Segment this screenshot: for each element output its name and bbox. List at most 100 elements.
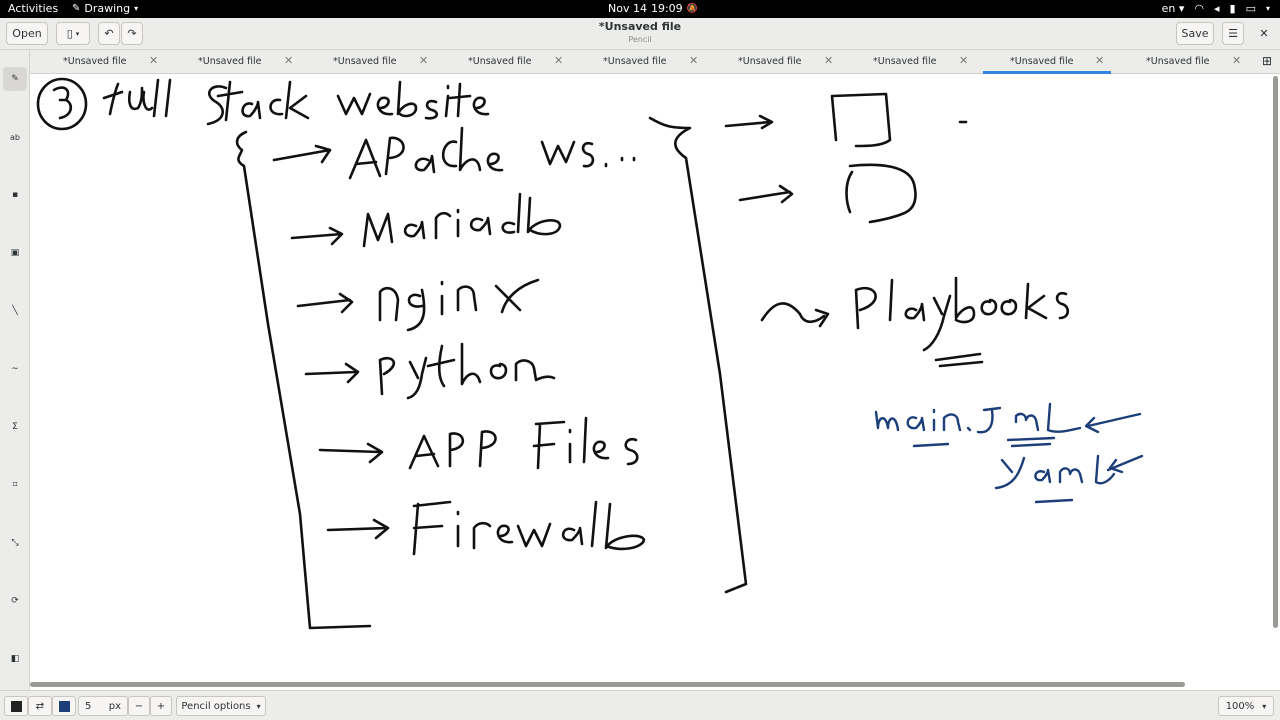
tab-unsaved-file-9[interactable]: *Unsaved file ✕ <box>1113 50 1248 74</box>
close-window-button[interactable]: ✕ <box>1254 22 1274 45</box>
redo-icon: ↷ <box>127 27 137 40</box>
bottom-toolbar: ⇄ 5 px − + Pencil options ▾ 100% ▾ <box>0 690 1280 720</box>
window-title: *Unsaved file <box>598 20 682 33</box>
language-indicator[interactable]: en ▾ <box>1162 2 1185 15</box>
close-icon[interactable]: ✕ <box>824 54 833 67</box>
curve-tool-button[interactable]: ∼ <box>3 357 27 381</box>
zoom-level: 100% <box>1225 700 1255 712</box>
tool-size-value: 5 <box>85 700 92 712</box>
box-two-stroke <box>845 163 917 224</box>
battery-icon: ▭ <box>1245 2 1256 15</box>
activities-button[interactable]: Activities <box>8 2 58 15</box>
app-menu[interactable]: ✎ Drawing ▾ <box>72 2 138 15</box>
close-icon[interactable]: ✕ <box>1232 54 1241 67</box>
shape-icon: ▣ <box>10 248 20 258</box>
volume-icon: ◂ <box>1213 2 1220 15</box>
window-subtitle: Pencil <box>628 35 652 44</box>
apache-ws-stroke <box>348 126 636 180</box>
close-icon[interactable]: ✕ <box>554 54 563 67</box>
undo-icon: ↶ <box>104 27 114 40</box>
notification-bell-icon: 🔕 <box>686 3 698 14</box>
filter-tool-button[interactable]: Σ <box>3 415 27 439</box>
playbooks-stroke <box>760 276 1070 368</box>
main-color-swatch <box>10 700 22 712</box>
rectangle-selection-tool-button[interactable]: ▪ <box>3 183 27 207</box>
clock-date: Nov 14 <box>608 2 647 15</box>
tab-unsaved-file-7[interactable]: *Unsaved file ✕ <box>840 50 975 74</box>
chevron-down-icon: ▾ <box>1265 4 1270 13</box>
system-top-bar: Activities ✎ Drawing ▾ Nov 14 19:09 🔕 en… <box>0 0 1280 18</box>
close-icon: ✕ <box>1259 27 1269 40</box>
pencil-tool-button[interactable]: ✎ <box>3 67 27 91</box>
app-name: Drawing <box>84 2 131 15</box>
clock-time: 19:09 <box>650 2 683 15</box>
text-icon: ab <box>10 132 20 142</box>
circled-three-stroke <box>36 77 88 131</box>
secondary-color-button[interactable] <box>52 696 76 716</box>
chevron-down-icon: ▾ <box>134 4 139 13</box>
tab-unsaved-file-8-active[interactable]: *Unsaved file ✕ <box>983 50 1111 74</box>
vertical-scrollbar[interactable] <box>1273 76 1278 628</box>
rectangle-icon: ▪ <box>11 190 19 200</box>
drawing-app-icon: ✎ <box>72 3 81 14</box>
plus-icon: + <box>156 700 166 712</box>
tool-sidebar: ✎ ab ▪ ▣ ╲ ∼ Σ ⌗ ⤡ ⟳ ◧ <box>0 50 30 690</box>
redo-button[interactable]: ↷ <box>121 22 143 45</box>
blue-notes-stroke <box>874 402 1144 504</box>
text-tool-button[interactable]: ab <box>3 125 27 149</box>
clock[interactable]: Nov 14 19:09 🔕 <box>608 2 698 15</box>
new-tab-icon[interactable]: ⊞ <box>1262 54 1272 68</box>
rotate-icon: ⟳ <box>11 596 19 606</box>
freehand-drawing <box>36 77 1144 630</box>
tool-size-input[interactable]: 5 px <box>78 696 128 716</box>
open-button[interactable]: Open <box>6 22 48 45</box>
chevron-down-icon: ▾ <box>256 701 261 711</box>
close-icon[interactable]: ✕ <box>149 54 158 67</box>
exchange-colors-button[interactable]: ⇄ <box>28 696 52 716</box>
mariadb-stroke <box>362 192 562 248</box>
swap-colors-icon: ⇄ <box>35 700 45 712</box>
close-icon[interactable]: ✕ <box>284 54 293 67</box>
rotate-tool-button[interactable]: ⟳ <box>3 589 27 613</box>
line-tool-button[interactable]: ╲ <box>3 299 27 323</box>
tab-unsaved-file-6[interactable]: *Unsaved file ✕ <box>705 50 840 74</box>
chevron-down-icon: ▾ <box>1262 701 1267 711</box>
tab-unsaved-file-5[interactable]: *Unsaved file ✕ <box>570 50 705 74</box>
decrease-size-button[interactable]: − <box>128 696 150 716</box>
tab-unsaved-file-3[interactable]: *Unsaved file ✕ <box>300 50 435 74</box>
close-icon[interactable]: ✕ <box>419 54 428 67</box>
horizontal-scrollbar[interactable] <box>30 682 1185 687</box>
tab-unsaved-file-2[interactable]: *Unsaved file ✕ <box>165 50 300 74</box>
pencil-options-label: Pencil options <box>181 700 251 712</box>
save-button[interactable]: Save <box>1176 22 1214 45</box>
main-menu-button[interactable]: ☰ <box>1222 22 1244 45</box>
increase-size-button[interactable]: + <box>150 696 172 716</box>
crop-tool-button[interactable]: ⌗ <box>3 473 27 497</box>
close-icon[interactable]: ✕ <box>1095 54 1104 67</box>
undo-button[interactable]: ↶ <box>98 22 120 45</box>
list-arrow-strokes <box>272 144 390 540</box>
firewall-stroke <box>412 500 646 556</box>
box-one-stroke <box>830 92 892 148</box>
pencil-icon: ✎ <box>11 74 19 84</box>
tab-unsaved-file-4[interactable]: *Unsaved file ✕ <box>435 50 570 74</box>
tool-size-unit: px <box>108 700 121 712</box>
secondary-color-swatch <box>58 700 70 712</box>
scale-tool-button[interactable]: ⤡ <box>3 531 27 555</box>
tab-unsaved-file-1[interactable]: *Unsaved file ✕ <box>30 50 165 74</box>
pencil-options-button[interactable]: Pencil options ▾ <box>176 696 266 716</box>
curve-icon: ∼ <box>11 364 19 374</box>
close-icon[interactable]: ✕ <box>959 54 968 67</box>
python-stroke <box>378 342 556 400</box>
shape-tool-button[interactable]: ▣ <box>3 241 27 265</box>
zoom-menu-button[interactable]: 100% ▾ <box>1218 696 1274 716</box>
new-file-menu-button[interactable]: ▯ ▾ <box>56 22 90 45</box>
close-icon[interactable]: ✕ <box>689 54 698 67</box>
system-tray[interactable]: en ▾ ◠ ◂ ▮ ▭ ▾ <box>1162 2 1270 15</box>
nginx-stroke <box>378 278 540 332</box>
select-tool-button[interactable]: ◧ <box>3 647 27 671</box>
main-color-button[interactable] <box>4 696 28 716</box>
chevron-down-icon: ▾ <box>75 29 80 38</box>
tab-bar: *Unsaved file ✕ *Unsaved file ✕ *Unsaved f… <box>30 50 1280 74</box>
drawing-canvas[interactable] <box>30 74 1272 682</box>
